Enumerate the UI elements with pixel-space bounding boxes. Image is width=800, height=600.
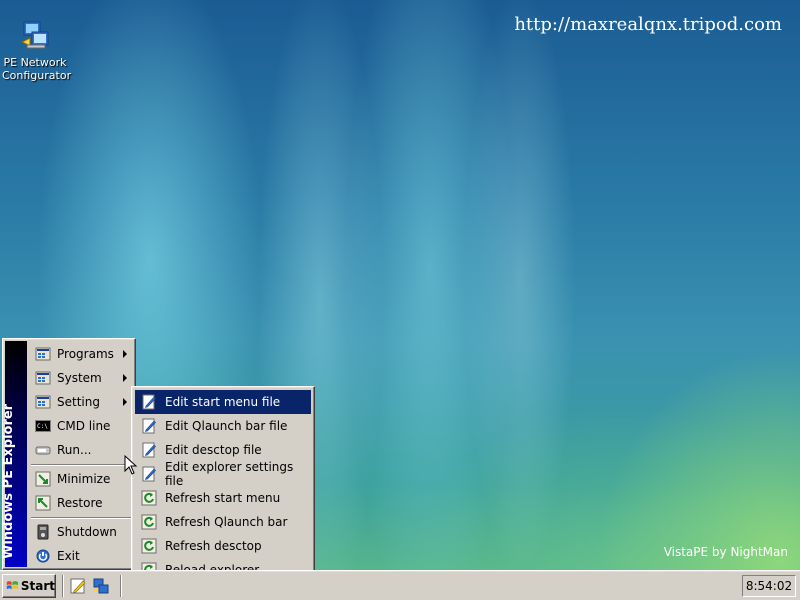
submenu-arrow-icon	[123, 398, 127, 406]
mouse-cursor-icon	[124, 455, 138, 475]
start-button-label: Start	[20, 579, 55, 593]
windows-logo-icon	[6, 581, 19, 590]
submenu-item-refresh-qlaunch-bar[interactable]: Refresh Qlaunch bar	[135, 510, 311, 534]
submenu-item-refresh-desctop[interactable]: Refresh desctop	[135, 534, 311, 558]
edit-file-icon	[142, 394, 156, 410]
system-folder-icon	[35, 371, 51, 385]
submenu-item-edit-start-menu-file[interactable]: Edit start menu file	[135, 390, 311, 414]
start-menu-item-label: Programs	[57, 347, 114, 361]
submenu-item-edit-desctop-file[interactable]: Edit desctop file	[135, 438, 311, 462]
submenu-item-edit-explorer-settings-file[interactable]: Edit explorer settings file	[135, 460, 311, 488]
desktop-icon-label-line1: PE Network	[3, 56, 67, 69]
edit-file-icon	[142, 418, 156, 434]
network-configurator-icon	[18, 18, 52, 52]
refresh-icon	[141, 490, 157, 506]
start-menu: Windows PE Explorer Programs System Sett…	[1, 338, 136, 570]
submenu-item-label: Edit explorer settings file	[165, 460, 294, 488]
refresh-icon	[141, 514, 157, 530]
start-menu-item-label: Setting	[57, 395, 100, 409]
submenu-item-refresh-start-menu[interactable]: Refresh start menu	[135, 486, 311, 510]
submenu-item-label: Refresh Qlaunch bar	[165, 515, 288, 529]
quicklaunch-edit-icon[interactable]	[70, 577, 88, 595]
refresh-icon	[141, 538, 157, 554]
submenu-item-edit-qlaunch-bar-file[interactable]: Edit Qlaunch bar file	[135, 414, 311, 438]
shutdown-icon	[37, 524, 49, 540]
start-menu-item-label: System	[57, 371, 102, 385]
restore-icon	[35, 495, 51, 511]
taskbar: Start 8:54:02	[0, 570, 800, 600]
submenu-arrow-icon	[123, 350, 127, 358]
submenu-item-label: Edit desctop file	[165, 443, 262, 457]
start-menu-item-label: CMD line	[57, 419, 111, 433]
quicklaunch-separator	[62, 575, 64, 597]
quicklaunch-separator	[120, 575, 122, 597]
start-menu-item-label: Run...	[57, 443, 92, 457]
start-button[interactable]: Start	[2, 574, 56, 598]
start-menu-item-label: Restore	[57, 496, 103, 510]
setting-submenu: Edit start menu file Edit Qlaunch bar fi…	[131, 386, 315, 584]
edit-file-icon	[142, 442, 156, 458]
start-menu-item-setting[interactable]: Setting	[29, 390, 133, 414]
start-menu-item-label: Exit	[57, 549, 80, 563]
submenu-item-label: Edit Qlaunch bar file	[165, 419, 288, 433]
quicklaunch-network-icon[interactable]	[92, 577, 110, 595]
desktop-url-text: http://maxrealqnx.tripod.com	[514, 14, 782, 35]
exit-icon	[36, 549, 50, 563]
submenu-item-label: Refresh start menu	[165, 491, 281, 505]
edit-file-icon	[142, 466, 156, 482]
start-menu-item-restore[interactable]: Restore	[29, 491, 133, 515]
submenu-arrow-icon	[123, 374, 127, 382]
start-menu-item-label: Minimize	[57, 472, 111, 486]
menu-separator	[31, 464, 131, 466]
start-menu-banner: Windows PE Explorer	[1, 341, 27, 567]
programs-folder-icon	[35, 347, 51, 361]
start-menu-item-minimize[interactable]: Minimize	[29, 467, 133, 491]
run-icon	[35, 446, 51, 455]
taskbar-clock: 8:54:02	[742, 575, 796, 597]
minimize-icon	[35, 471, 51, 487]
desktop-icon-label-line2: Configurator	[2, 69, 72, 82]
start-menu-item-system[interactable]: System	[29, 366, 133, 390]
svg-text:C:\: C:\	[37, 423, 48, 430]
submenu-item-label: Refresh desctop	[165, 539, 262, 553]
desktop-brand-text: VistaPE by NightMan	[663, 545, 788, 559]
start-menu-item-run[interactable]: Run...	[29, 438, 133, 462]
submenu-item-label: Edit start menu file	[165, 395, 281, 409]
cmd-icon: C:\	[35, 420, 51, 432]
start-menu-item-label: Shutdown	[57, 525, 117, 539]
start-menu-banner-text: Windows PE Explorer	[1, 403, 16, 559]
start-menu-item-shutdown[interactable]: Shutdown	[29, 520, 133, 544]
menu-separator	[31, 517, 131, 519]
setting-folder-icon	[35, 395, 51, 409]
desktop-icon-pe-network-configurator[interactable]: PE Network Configurator	[2, 18, 72, 82]
start-menu-item-cmd-line[interactable]: C:\ CMD line	[29, 414, 133, 438]
start-menu-item-programs[interactable]: Programs	[29, 342, 133, 366]
start-menu-item-exit[interactable]: Exit	[29, 544, 133, 568]
